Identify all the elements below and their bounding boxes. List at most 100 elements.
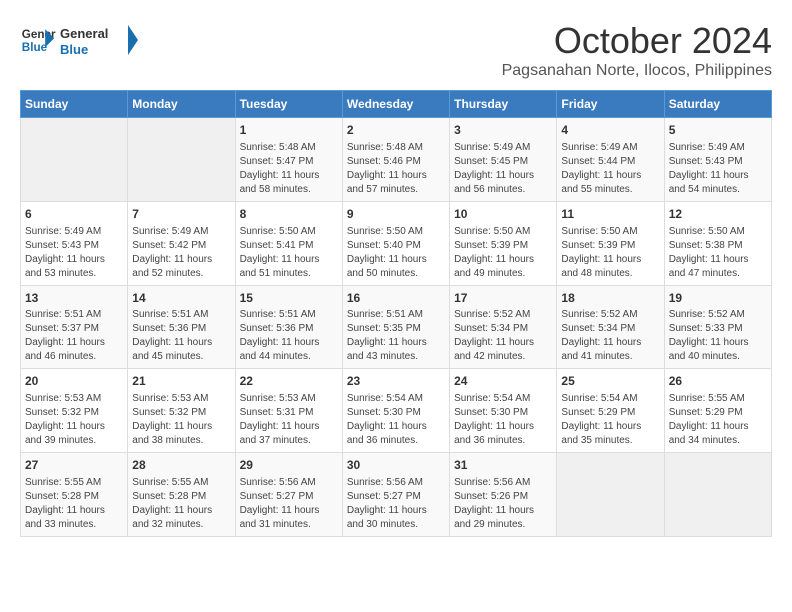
day-number: 17 <box>454 290 552 307</box>
day-number: 19 <box>669 290 767 307</box>
calendar-cell: 26 Sunrise: 5:55 AMSunset: 5:29 PMDayligh… <box>664 369 771 453</box>
day-number: 23 <box>347 373 445 390</box>
calendar-cell: 24 Sunrise: 5:54 AMSunset: 5:30 PMDayligh… <box>450 369 557 453</box>
cell-content: Sunrise: 5:50 AMSunset: 5:40 PMDaylight:… <box>347 225 445 281</box>
cell-content: Sunrise: 5:50 AMSunset: 5:41 PMDaylight:… <box>240 225 338 281</box>
day-number: 18 <box>561 290 659 307</box>
weekday-header-wednesday: Wednesday <box>342 91 449 118</box>
week-row-5: 27Sunrise: 5:55 AMSunset: 5:28 PMDayligh… <box>21 453 772 537</box>
day-number: 16 <box>347 290 445 307</box>
day-number: 9 <box>347 206 445 223</box>
calendar-cell: 15Sunrise: 5:51 AMSunset: 5:36 PMDayligh… <box>235 285 342 369</box>
cell-content: Sunrise: 5:48 AMSunset: 5:46 PMDaylight:… <box>347 141 445 197</box>
day-number: 2 <box>347 122 445 139</box>
calendar-cell: 8 Sunrise: 5:50 AMSunset: 5:41 PMDaylight… <box>235 201 342 285</box>
cell-content: Sunrise: 5:49 AMSunset: 5:43 PMDaylight:… <box>669 141 767 197</box>
calendar-cell: 7Sunrise: 5:49 AMSunset: 5:42 PMDaylight… <box>128 201 235 285</box>
cell-content: Sunrise: 5:51 AMSunset: 5:37 PMDaylight:… <box>25 308 123 364</box>
day-number: 24 <box>454 373 552 390</box>
cell-content: Sunrise: 5:53 AMSunset: 5:31 PMDaylight:… <box>240 392 338 448</box>
calendar-cell: 19Sunrise: 5:52 AMSunset: 5:33 PMDayligh… <box>664 285 771 369</box>
calendar-cell: 30 Sunrise: 5:56 AMSunset: 5:27 PMDayligh… <box>342 453 449 537</box>
week-row-1: 1 Sunrise: 5:48 AMSunset: 5:47 PMDaylight… <box>21 118 772 202</box>
calendar-table: SundayMondayTuesdayWednesdayThursdayFrid… <box>20 90 772 537</box>
location: Pagsanahan Norte, Ilocos, Philippines <box>502 62 772 80</box>
svg-text:Blue: Blue <box>22 41 48 54</box>
cell-content: Sunrise: 5:54 AMSunset: 5:30 PMDaylight:… <box>347 392 445 448</box>
logo-icon: General Blue <box>20 22 56 58</box>
day-number: 6 <box>25 206 123 223</box>
weekday-header-sunday: Sunday <box>21 91 128 118</box>
calendar-cell: 2 Sunrise: 5:48 AMSunset: 5:46 PMDaylight… <box>342 118 449 202</box>
title-block: October 2024 Pagsanahan Norte, Ilocos, P… <box>502 20 772 80</box>
calendar-cell: 12Sunrise: 5:50 AMSunset: 5:38 PMDayligh… <box>664 201 771 285</box>
cell-content: Sunrise: 5:54 AMSunset: 5:29 PMDaylight:… <box>561 392 659 448</box>
week-row-2: 6 Sunrise: 5:49 AMSunset: 5:43 PMDaylight… <box>21 201 772 285</box>
cell-content: Sunrise: 5:56 AMSunset: 5:27 PMDaylight:… <box>240 476 338 532</box>
cell-content: Sunrise: 5:49 AMSunset: 5:43 PMDaylight:… <box>25 225 123 281</box>
weekday-header-row: SundayMondayTuesdayWednesdayThursdayFrid… <box>21 91 772 118</box>
calendar-cell: 11 Sunrise: 5:50 AMSunset: 5:39 PMDayligh… <box>557 201 664 285</box>
calendar-cell: 4Sunrise: 5:49 AMSunset: 5:44 PMDaylight… <box>557 118 664 202</box>
day-number: 15 <box>240 290 338 307</box>
cell-content: Sunrise: 5:56 AMSunset: 5:26 PMDaylight:… <box>454 476 552 532</box>
cell-content: Sunrise: 5:48 AMSunset: 5:47 PMDaylight:… <box>240 141 338 197</box>
cell-content: Sunrise: 5:51 AMSunset: 5:36 PMDaylight:… <box>240 308 338 364</box>
cell-content: Sunrise: 5:56 AMSunset: 5:27 PMDaylight:… <box>347 476 445 532</box>
svg-text:Blue: Blue <box>60 42 88 57</box>
weekday-header-friday: Friday <box>557 91 664 118</box>
cell-content: Sunrise: 5:55 AMSunset: 5:29 PMDaylight:… <box>669 392 767 448</box>
calendar-cell: 10Sunrise: 5:50 AMSunset: 5:39 PMDayligh… <box>450 201 557 285</box>
calendar-cell: 27Sunrise: 5:55 AMSunset: 5:28 PMDayligh… <box>21 453 128 537</box>
calendar-cell: 22 Sunrise: 5:53 AMSunset: 5:31 PMDayligh… <box>235 369 342 453</box>
svg-text:General: General <box>60 26 108 41</box>
day-number: 5 <box>669 122 767 139</box>
calendar-cell: 14Sunrise: 5:51 AMSunset: 5:36 PMDayligh… <box>128 285 235 369</box>
calendar-cell: 18Sunrise: 5:52 AMSunset: 5:34 PMDayligh… <box>557 285 664 369</box>
cell-content: Sunrise: 5:52 AMSunset: 5:33 PMDaylight:… <box>669 308 767 364</box>
day-number: 20 <box>25 373 123 390</box>
cell-content: Sunrise: 5:50 AMSunset: 5:38 PMDaylight:… <box>669 225 767 281</box>
page-header: General Blue General Blue October 2024 P… <box>20 20 772 80</box>
day-number: 28 <box>132 457 230 474</box>
day-number: 8 <box>240 206 338 223</box>
calendar-cell: 20 Sunrise: 5:53 AMSunset: 5:32 PMDayligh… <box>21 369 128 453</box>
cell-content: Sunrise: 5:50 AMSunset: 5:39 PMDaylight:… <box>561 225 659 281</box>
calendar-cell: 25 Sunrise: 5:54 AMSunset: 5:29 PMDayligh… <box>557 369 664 453</box>
calendar-cell: 29Sunrise: 5:56 AMSunset: 5:27 PMDayligh… <box>235 453 342 537</box>
cell-content: Sunrise: 5:51 AMSunset: 5:35 PMDaylight:… <box>347 308 445 364</box>
month-title: October 2024 <box>502 20 772 62</box>
day-number: 26 <box>669 373 767 390</box>
day-number: 30 <box>347 457 445 474</box>
calendar-cell: 17Sunrise: 5:52 AMSunset: 5:34 PMDayligh… <box>450 285 557 369</box>
cell-content: Sunrise: 5:52 AMSunset: 5:34 PMDaylight:… <box>561 308 659 364</box>
cell-content: Sunrise: 5:49 AMSunset: 5:42 PMDaylight:… <box>132 225 230 281</box>
calendar-cell: 21Sunrise: 5:53 AMSunset: 5:32 PMDayligh… <box>128 369 235 453</box>
calendar-cell: 3Sunrise: 5:49 AMSunset: 5:45 PMDaylight… <box>450 118 557 202</box>
day-number: 11 <box>561 206 659 223</box>
logo-svg: General Blue <box>60 20 140 60</box>
cell-content: Sunrise: 5:54 AMSunset: 5:30 PMDaylight:… <box>454 392 552 448</box>
cell-content: Sunrise: 5:50 AMSunset: 5:39 PMDaylight:… <box>454 225 552 281</box>
day-number: 31 <box>454 457 552 474</box>
day-number: 22 <box>240 373 338 390</box>
weekday-header-saturday: Saturday <box>664 91 771 118</box>
day-number: 4 <box>561 122 659 139</box>
calendar-cell: 23 Sunrise: 5:54 AMSunset: 5:30 PMDayligh… <box>342 369 449 453</box>
day-number: 25 <box>561 373 659 390</box>
day-number: 21 <box>132 373 230 390</box>
calendar-cell: 13Sunrise: 5:51 AMSunset: 5:37 PMDayligh… <box>21 285 128 369</box>
day-number: 13 <box>25 290 123 307</box>
cell-content: Sunrise: 5:52 AMSunset: 5:34 PMDaylight:… <box>454 308 552 364</box>
cell-content: Sunrise: 5:53 AMSunset: 5:32 PMDaylight:… <box>25 392 123 448</box>
weekday-header-monday: Monday <box>128 91 235 118</box>
weekday-header-thursday: Thursday <box>450 91 557 118</box>
week-row-4: 20 Sunrise: 5:53 AMSunset: 5:32 PMDayligh… <box>21 369 772 453</box>
calendar-cell <box>128 118 235 202</box>
day-number: 1 <box>240 122 338 139</box>
logo: General Blue General Blue <box>20 20 140 60</box>
weekday-header-tuesday: Tuesday <box>235 91 342 118</box>
calendar-cell: 6 Sunrise: 5:49 AMSunset: 5:43 PMDaylight… <box>21 201 128 285</box>
cell-content: Sunrise: 5:55 AMSunset: 5:28 PMDaylight:… <box>25 476 123 532</box>
calendar-cell: 1 Sunrise: 5:48 AMSunset: 5:47 PMDaylight… <box>235 118 342 202</box>
